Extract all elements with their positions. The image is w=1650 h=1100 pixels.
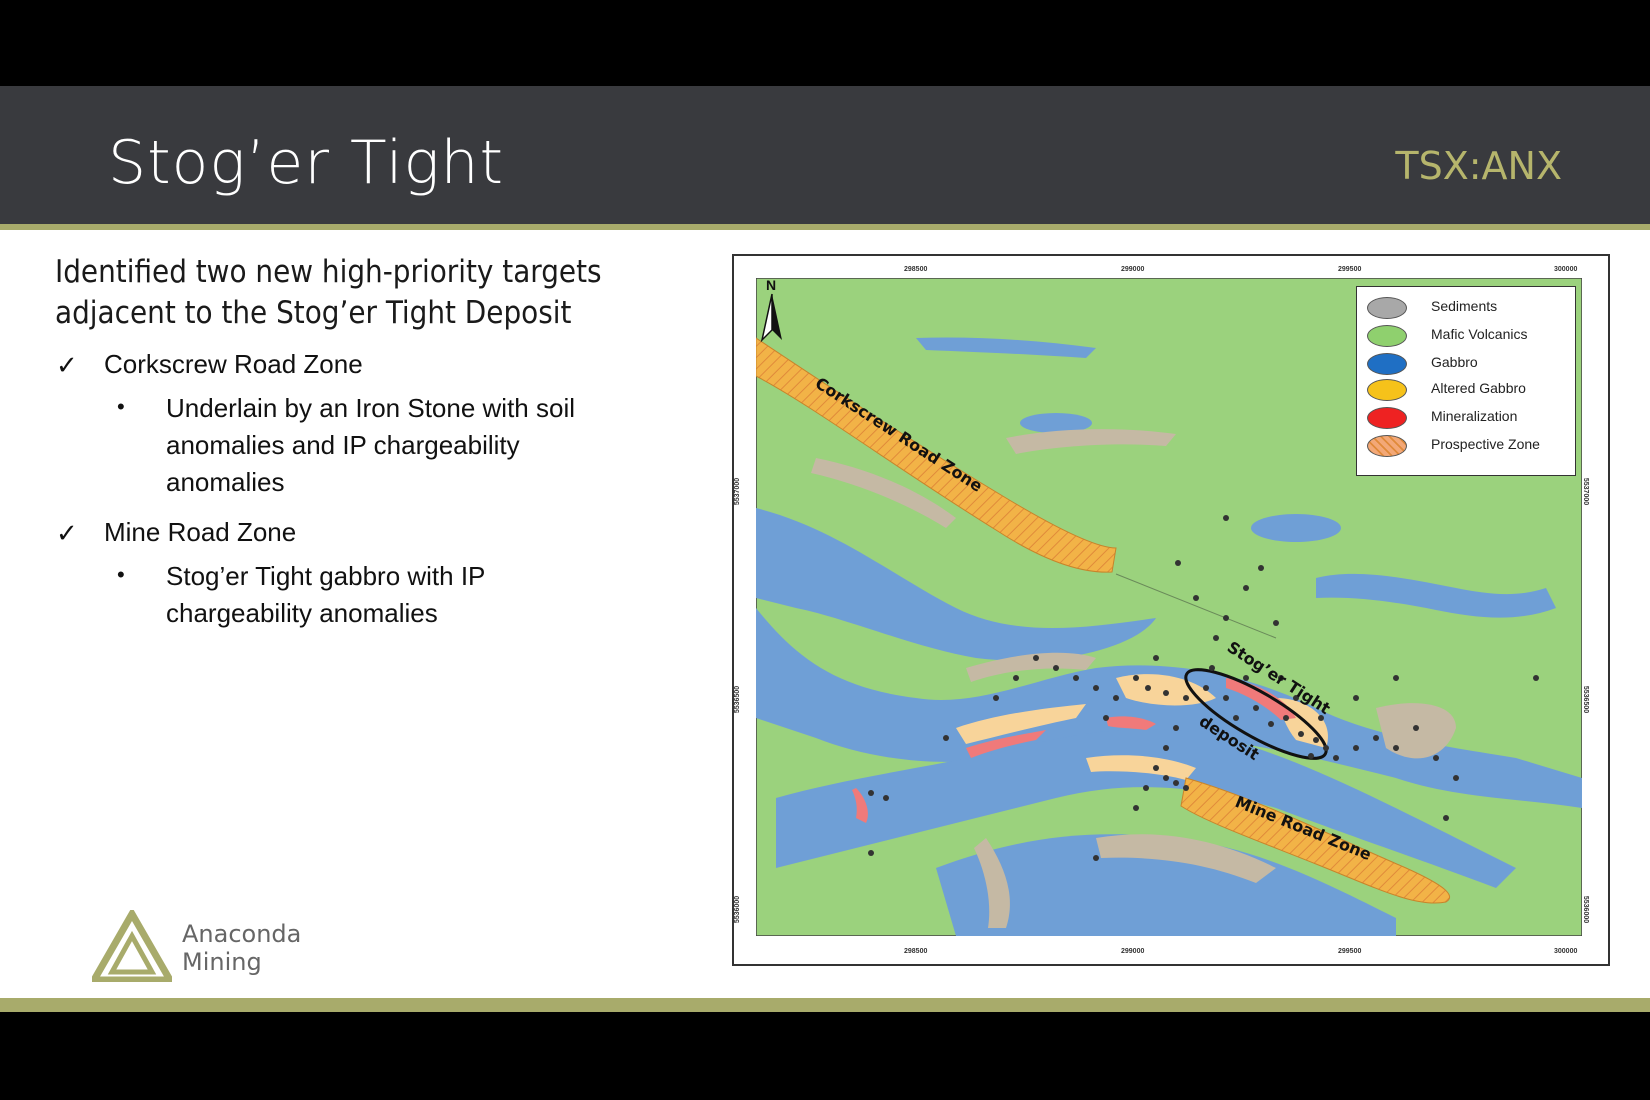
y-tick-left: 5536000 <box>734 895 742 924</box>
legend-label: Sediments <box>1431 298 1498 314</box>
sediments-swatch <box>1367 297 1407 319</box>
logo-line-2: Mining <box>182 948 262 976</box>
slide-header: Stog’er Tight TSX:ANX <box>0 86 1650 224</box>
legend-label: Prospective Zone <box>1431 436 1540 452</box>
zone1-item: Corkscrew Road Zone <box>104 349 363 379</box>
heading-line-1: Identified two new high-priority targets <box>55 254 602 290</box>
ticker-symbol: TSX:ANX <box>1395 144 1562 188</box>
slide-body: Identified two new high-priority targets… <box>0 230 1650 998</box>
company-logo: Anaconda Mining <box>87 906 312 990</box>
y-tick-right: 5536500 <box>1582 685 1590 714</box>
legend-label: Altered Gabbro <box>1431 380 1526 396</box>
check-icon: ✓ <box>56 350 78 380</box>
legend-label: Mafic Volcanics <box>1431 326 1528 342</box>
x-tick-top: 300000 <box>1554 266 1578 273</box>
x-tick-bottom: 299500 <box>1338 948 1362 955</box>
zone1-detail: Underlain by an Iron Stone with soil ano… <box>166 390 575 501</box>
heading-line-2: adjacent to the Stog’er Tight Deposit <box>55 295 572 331</box>
zone1-detail-line-1: Underlain by an Iron Stone with soil <box>166 393 576 423</box>
zone2-detail-line-1: Stog’er Tight gabbro with IP <box>166 561 486 591</box>
gabbro-unit <box>1251 514 1341 542</box>
logo-text: Anaconda Mining <box>182 920 301 976</box>
zone2-detail: Stog’er Tight gabbro with IP chargeabili… <box>166 558 485 632</box>
legend-label: Mineralization <box>1431 408 1518 424</box>
y-tick-left: 5536500 <box>734 685 742 714</box>
x-tick-top: 299000 <box>1121 266 1145 273</box>
bullet-icon: • <box>117 562 125 587</box>
zone2-detail-line-2: chargeability anomalies <box>166 598 438 628</box>
gabbro-swatch <box>1367 353 1407 375</box>
slide-heading: Identified two new high-priority targets… <box>55 252 675 334</box>
logo-line-1: Anaconda <box>182 920 302 948</box>
legend-label: Gabbro <box>1431 354 1478 370</box>
x-tick-top: 298500 <box>904 266 928 273</box>
y-tick-right: 5537000 <box>1582 477 1590 506</box>
mafic-volcanics-swatch <box>1367 325 1407 347</box>
map-legend: Sediments Mafic Volcanics Gabbro Altered… <box>1356 286 1576 476</box>
geology-map: 298500 299000 299500 300000 298500 29900… <box>732 254 1610 966</box>
mineralization-swatch <box>1367 407 1407 429</box>
zone1-detail-line-3: anomalies <box>166 467 285 497</box>
footer-divider <box>0 998 1650 1012</box>
y-tick-right: 5536000 <box>1582 895 1590 924</box>
x-tick-bottom: 300000 <box>1554 948 1578 955</box>
top-letterbox <box>0 0 1650 86</box>
bullet-icon: • <box>117 394 125 419</box>
x-tick-bottom: 298500 <box>904 948 928 955</box>
zone1-detail-line-2: anomalies and IP chargeability <box>166 430 520 460</box>
bottom-letterbox <box>0 1012 1650 1100</box>
check-icon: ✓ <box>56 518 78 548</box>
x-tick-bottom: 299000 <box>1121 948 1145 955</box>
triangle-logo-icon <box>87 906 177 984</box>
prospective-zone-swatch <box>1367 435 1407 457</box>
zone2-item: Mine Road Zone <box>104 517 297 547</box>
altered-gabbro-swatch <box>1367 379 1407 401</box>
y-tick-left: 5537000 <box>734 477 742 506</box>
north-label: N <box>766 278 776 293</box>
x-tick-top: 299500 <box>1338 266 1362 273</box>
slide-title: Stog’er Tight <box>108 128 505 198</box>
